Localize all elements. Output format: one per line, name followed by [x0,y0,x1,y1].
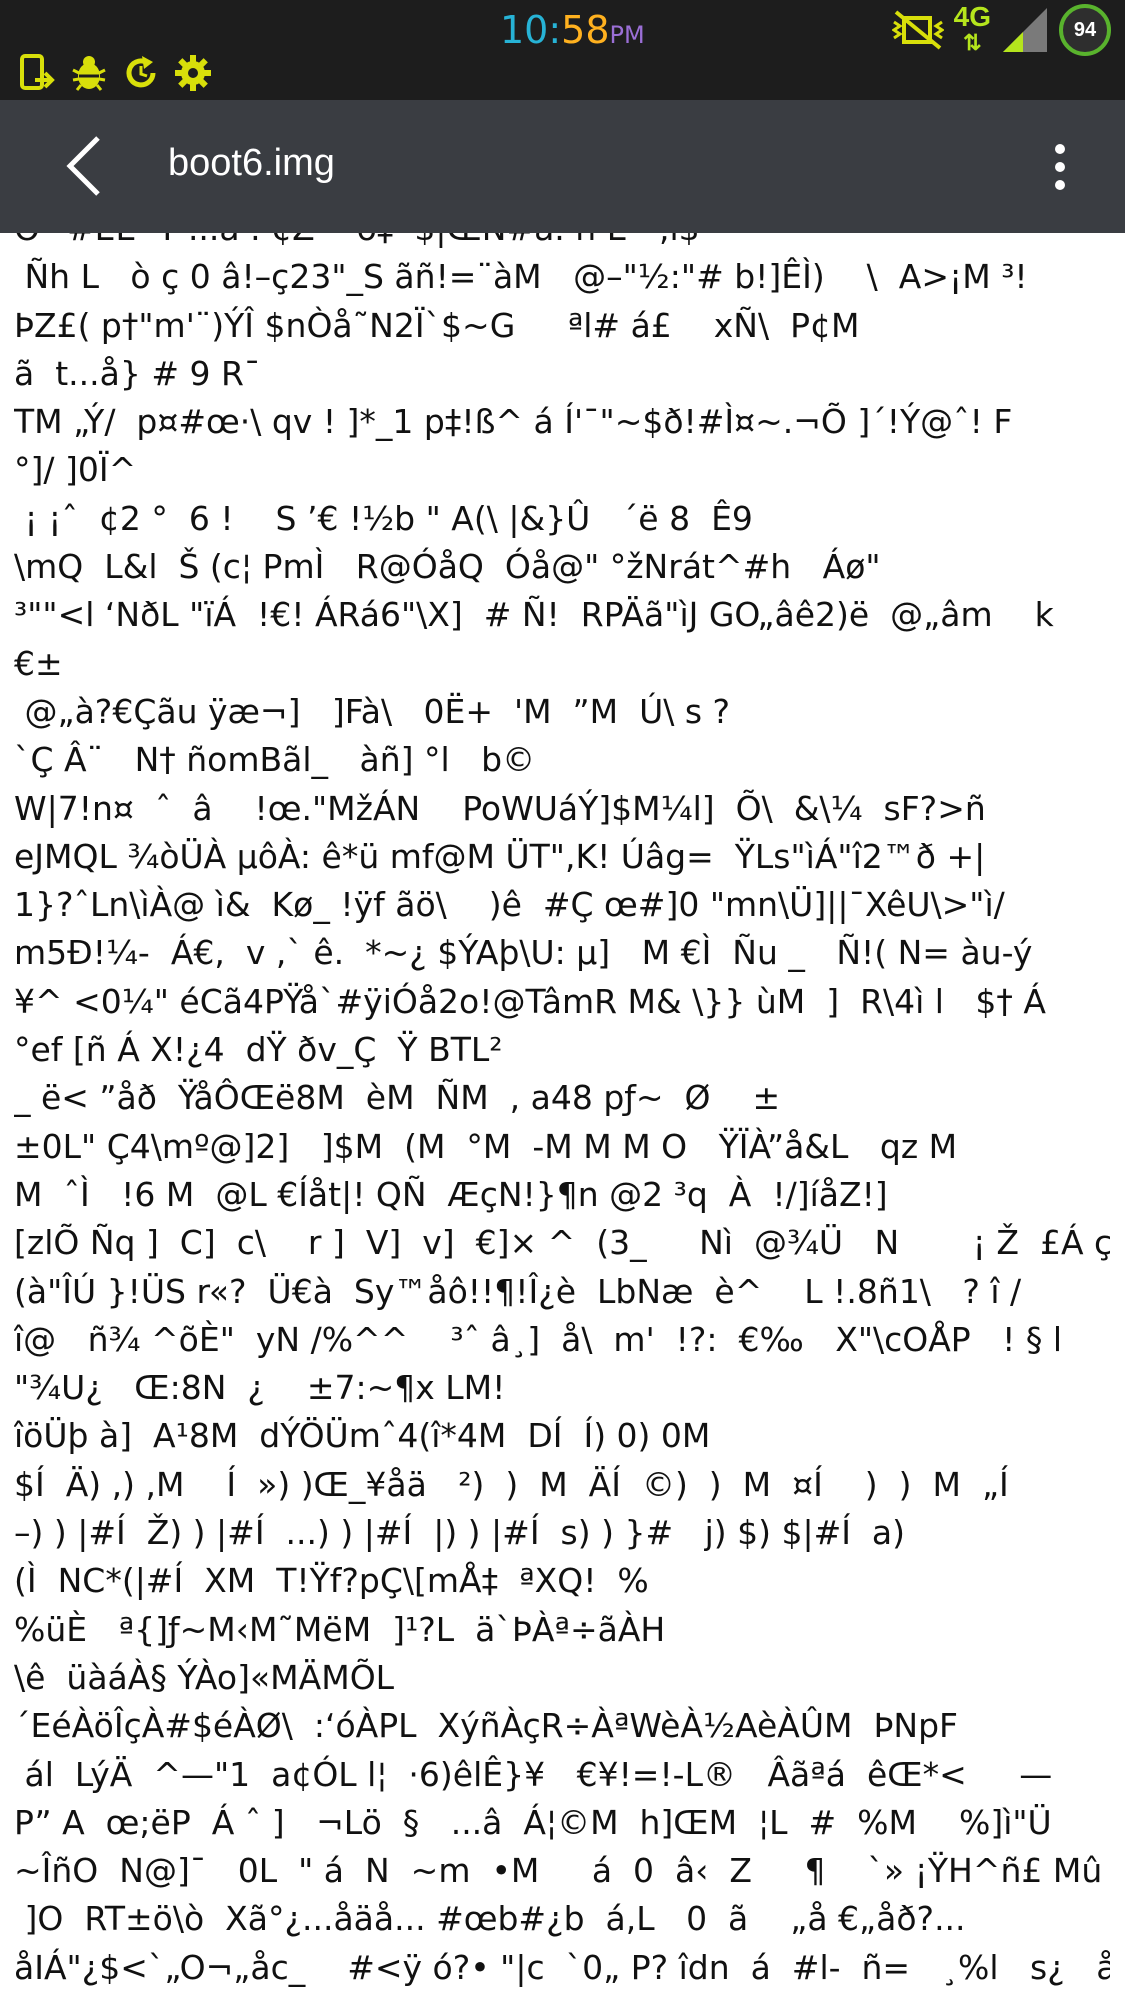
text-line: _ ë< ”åð ŸåÔŒë8M èM ÑM , a48 pƒ~ Ø ± [14,1078,781,1118]
text-line: ~ÎñO N@]¯ 0L " á N ~m •M á 0 â‹ Z ¶ `» ¡… [14,1851,1103,1891]
notification-icons [18,54,212,92]
file-content-view[interactable]: Õ ¯#ÊÈ Ý ...à . ¢Z õ‡ $|ŒN#â. ñ Ë ,ı$ Ñh… [0,233,1110,2000]
text-line: \mQ L&l Š (c¦ PmÌ R@ÓåQ Óå@" °žNrát^#h Á… [14,547,881,587]
text-line: m5Ð!¼- Á€, v ,` ê. *~¿ $ÝAþ\U: µ] M €Ì Ñ… [14,933,1033,973]
overflow-dot [1055,180,1065,190]
text-line: `Ç Â¨ N† ñomBãl_ àñ] °l b© [14,740,536,780]
text-line: ã t...å} # 9 R¯ [14,353,261,393]
text-line: %üÈ ª{]ƒ~M‹M˜MëM ]¹?L ä`ÞÀª÷ãÀH [14,1609,666,1649]
text-line: ]O RT±ö\ò Xã°¿...åäå... #œb#¿b á,L 0 ã „… [14,1899,966,1939]
text-line: ´EéÀöÎçÀ#$éÀØ\ :‘óÀPL XýñÀçR÷ÀªWèÀ½AèÀÛM… [14,1706,959,1746]
text-line: Õ ¯#ÊÈ Ý ...à . ¢Z õ‡ $|ŒN#â. ñ Ë ,ı$ [14,233,1110,253]
refresh-icon [122,54,160,92]
text-line: ¥^ <0¼" éCã4PŸå`#ÿiÓå2o!@TâmR M& \}} ùM … [14,981,1046,1021]
text-line: ál LýÄ ^—"1 a¢ÓL l¦ ·6)êlÊ}¥ €¥!=!-L® Âã… [14,1754,1053,1794]
text-line: TM „Ý/ p¤#œ·\ qv ! ]*_1 p‡!ß^ á Í'¯"~$ð!… [14,402,1013,442]
back-button[interactable] [44,130,124,202]
clock-hours: 10: [500,8,562,52]
status-bar: 10:58PM 4G ⇅ 94 [0,0,1125,100]
battery-indicator: 94 [1059,4,1111,56]
text-line: îöÜþ à] A¹8M dÝÖÜmˆ4(î*4M DÍ Í) 0) 0M [14,1416,711,1456]
text-line: ±0L" Ç4\mº@]2] ]$M (M °M -M M M O ŸÏÀ”å&… [14,1126,958,1166]
system-icons: 4G ⇅ 94 [891,1,1111,56]
overflow-dot [1055,162,1065,172]
gear-icon [174,54,212,92]
app-bar: boot6.img [0,100,1125,233]
clock-minutes: 58 [561,8,610,52]
vibrate-mute-icon [891,10,944,50]
text-line: (Ì NC*(|#Í XM T!Ÿf?pÇ\[mÅ‡ ªXQ! % [14,1561,649,1601]
network-label: 4G [953,1,991,32]
text-line: Ñh L ò ç 0 â!–ç23"_S ãñ!=¨àM @–"½:"# b!]… [14,257,1028,297]
text-line: î@ ñ¾ ^õÈ" yN /%^^ ³ˆ â¸] å\ m' !?: €‰ X… [14,1319,1063,1359]
clock: 10:58PM [500,8,645,52]
bug-icon [70,54,108,92]
text-line: ³""<l ‘NðL "ïÁ !€! ÁRá6"\X] # Ñ! RPÄã"ìJ… [14,595,1054,635]
data-arrows-icon: ⇅ [963,30,982,55]
battery-level: 94 [1073,18,1097,41]
text-line: P” A œ;ëP Á ˆ ] ¬Lö § ...â Á¦©M h]ŒM ¦L … [14,1802,1052,1842]
overflow-dot [1055,144,1065,154]
file-text: Õ ¯#ÊÈ Ý ...à . ¢Z õ‡ $|ŒN#â. ñ Ë ,ı$ Ñh… [14,233,1110,1992]
text-line: åIÁ"¿$<`„O¬„åc_ #<ÿ ó?• "|c `0„ P? îdn á… [14,1947,1110,1987]
text-line: 1}?ˆLn\ìÀ@ ì& Kø_ !ÿf ãö\ )ê #Ç œ#]0 "mn… [14,885,1005,925]
text-line: \ê üàáÀ§ ÝÀo]«MÄMÕL [14,1657,395,1697]
text-line: °]/ ]0Ï^ [14,450,137,490]
text-line: @„à?€Çãu ÿæ¬] ]Fà\ 0Ë+ 'M ”M Ú\ s ? [14,691,731,731]
phone-screenshot-icon [18,54,56,92]
back-arrow-icon [66,136,100,196]
overflow-menu-button[interactable] [1035,134,1085,200]
text-line: (à"ÎÚ }!ÜS r«? Ü€à Sy™åô!!¶!Î¿è LbNæ è^ … [14,1271,1022,1311]
text-line: [zlÕ Ñq ] C] c\ r ] V] v] €]× ^ (3_ Nì @… [14,1223,1110,1263]
clock-ampm: PM [609,21,645,49]
text-line: W|7!n¤ ˆ â !œ."MžÁN PoWUáÝ]$M¼l] Õ\ &\¼ … [14,788,986,828]
text-line: eJMQL ¾òÜÀ µôÀ: ê*ü mf@M ÜT",K! Úâg= ŸLs… [14,836,986,876]
text-line: "¾U¿ Œ:8N ¿ ±7:~¶x LM! [14,1368,506,1408]
signal-icon [1001,6,1049,54]
text-line: M ˆÌ !6 M @L €Íåt|! QÑ ÆçN!}¶n @2 ³q À !… [14,1174,888,1214]
text-line: ¡ ¡ˆ ¢2 ° 6 ! S ’€ !½b " A(\ |&}Û ´ë 8 Ê… [14,498,753,538]
file-title: boot6.img [168,142,335,184]
network-type: 4G ⇅ [953,1,991,56]
text-line: $Í Ä) ,) ,M Í ») )Œ_¥åä ²) ) M ÄÍ ©) ) M… [14,1464,1009,1504]
text-line: °ef [ñ Á X!¿4 dŸ ðv_Ç Ÿ BTL² [14,1030,503,1070]
text-line: €± [14,643,63,683]
text-line: ÞZ£( p†"m'¨)ÝÎ $nÒå˜N2Ï`$~G ªl# á£ xÑ\ P… [14,305,860,345]
text-line: –) ) |#Í Ž) ) |#Í ...) ) |#Í |) ) |#Í s)… [14,1513,906,1553]
